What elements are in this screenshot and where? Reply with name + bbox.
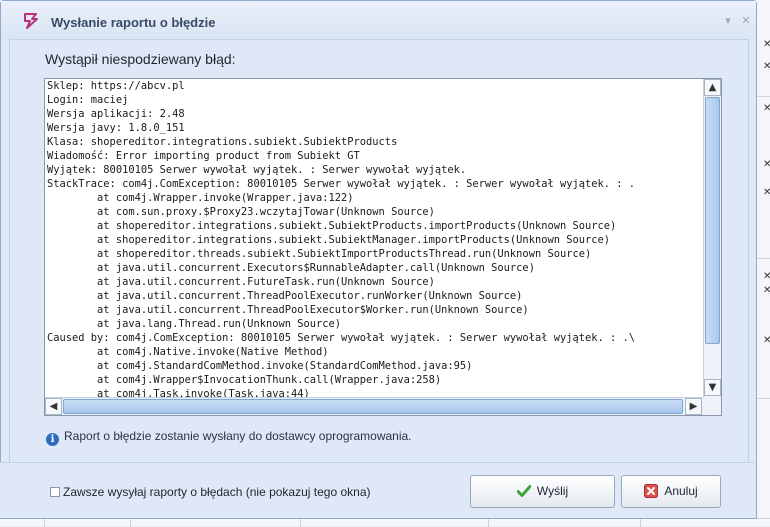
log-line: at java.lang.Thread.run(Unknown Source) xyxy=(47,317,342,330)
background-statusbar xyxy=(0,518,770,527)
checkbox-label: Zawsze wysyłaj raporty o błędach (nie po… xyxy=(63,485,371,499)
error-log-text[interactable]: Sklep: https://abcv.pl Login: maciej Wersj… xyxy=(46,80,703,398)
background-close-icon: ✕ xyxy=(763,103,770,114)
log-line: Caused by: com4j.ComException: 80010105 … xyxy=(47,331,636,344)
checkbox-box[interactable] xyxy=(50,487,60,497)
dialog-titlebar[interactable]: Wysłanie raportu o błędzie ▾ ✕ xyxy=(1,1,756,39)
info-message: i Raport o błędzie zostanie wysłany do do… xyxy=(46,429,412,446)
scroll-up-arrow-icon[interactable]: ▲ xyxy=(704,79,721,96)
checkmark-icon xyxy=(516,485,531,497)
log-line: at shopereditor.integrations.subiekt.Sub… xyxy=(47,233,611,246)
background-close-icon: ✕ xyxy=(763,159,770,170)
log-line: at shopereditor.threads.subiekt.SubiektI… xyxy=(47,247,592,260)
log-line: at com4j.StandardComMethod.invoke(Standa… xyxy=(47,359,473,372)
log-line: at java.util.concurrent.FutureTask.run(U… xyxy=(47,275,435,288)
log-line: at com4j.Wrapper.invoke(Wrapper.java:122… xyxy=(47,191,354,204)
always-send-checkbox[interactable]: Zawsze wysyłaj raporty o błędach (nie po… xyxy=(50,485,371,499)
cancel-button[interactable]: Anuluj xyxy=(621,475,721,508)
background-close-icon: ✕ xyxy=(763,285,770,296)
horizontal-scroll-thumb[interactable] xyxy=(63,399,683,414)
log-line: at shopereditor.integrations.subiekt.Sub… xyxy=(47,219,617,232)
info-text: Raport o błędzie zostanie wysłany do dos… xyxy=(64,429,412,443)
error-log-textarea[interactable]: Sklep: https://abcv.pl Login: maciej Wersj… xyxy=(44,78,722,416)
horizontal-scrollbar[interactable]: ◀ ▶ xyxy=(45,397,703,415)
log-line: Wyjątek: 80010105 Serwer wywołał wyjątek… xyxy=(47,163,467,176)
log-line: Wersja javy: 1.8.0_151 xyxy=(47,121,185,134)
log-line: StackTrace: com4j.ComException: 80010105… xyxy=(47,177,636,190)
log-line: at java.util.concurrent.ThreadPoolExecut… xyxy=(47,289,523,302)
scroll-left-arrow-icon[interactable]: ◀ xyxy=(45,398,62,415)
background-close-icon: ✕ xyxy=(763,187,770,198)
error-heading: Wystąpił niespodziewany błąd: xyxy=(45,51,236,67)
log-line: Sklep: https://abcv.pl xyxy=(47,80,185,92)
background-close-icon: ✕ xyxy=(763,61,770,72)
chevron-down-icon[interactable]: ▾ xyxy=(721,14,735,28)
background-window xyxy=(755,0,770,526)
send-button[interactable]: Wyślij xyxy=(470,475,615,508)
cancel-button-label: Anuluj xyxy=(664,484,698,498)
background-close-icon: ✕ xyxy=(763,335,770,346)
log-line: Klasa: shopereditor.integrations.subiekt… xyxy=(47,135,398,148)
log-line: Wersja aplikacji: 2.48 xyxy=(47,107,185,120)
scroll-down-arrow-icon[interactable]: ▼ xyxy=(704,379,721,396)
background-divider xyxy=(756,398,770,399)
scrollbar-corner xyxy=(703,397,721,415)
vertical-scrollbar[interactable]: ▲ ▼ xyxy=(703,79,721,397)
background-close-icon: ✕ xyxy=(763,271,770,282)
background-divider xyxy=(756,258,770,259)
log-line: at java.util.concurrent.Executors$Runnab… xyxy=(47,261,535,274)
info-icon: i xyxy=(46,433,59,446)
background-divider xyxy=(756,96,770,97)
send-button-label: Wyślij xyxy=(536,484,569,498)
log-line: at com4j.Native.invoke(Native Method) xyxy=(47,345,329,358)
vertical-scroll-thumb[interactable] xyxy=(705,97,720,344)
app-logo-icon xyxy=(24,13,38,29)
background-close-icon: ✕ xyxy=(763,39,770,50)
dialog-title: Wysłanie raportu o błędzie xyxy=(51,15,216,30)
log-line: at com4j.Wrapper$InvocationThunk.call(Wr… xyxy=(47,373,442,386)
scroll-right-arrow-icon[interactable]: ▶ xyxy=(685,398,702,415)
cancel-icon xyxy=(644,484,659,498)
log-line: Wiadomość: Error importing product from … xyxy=(47,149,360,162)
log-line: Login: maciej xyxy=(47,93,129,106)
log-line: at java.util.concurrent.ThreadPoolExecut… xyxy=(47,303,529,316)
close-icon[interactable]: ✕ xyxy=(739,14,753,28)
log-line: at com.sun.proxy.$Proxy23.wczytajTowar(U… xyxy=(47,205,435,218)
